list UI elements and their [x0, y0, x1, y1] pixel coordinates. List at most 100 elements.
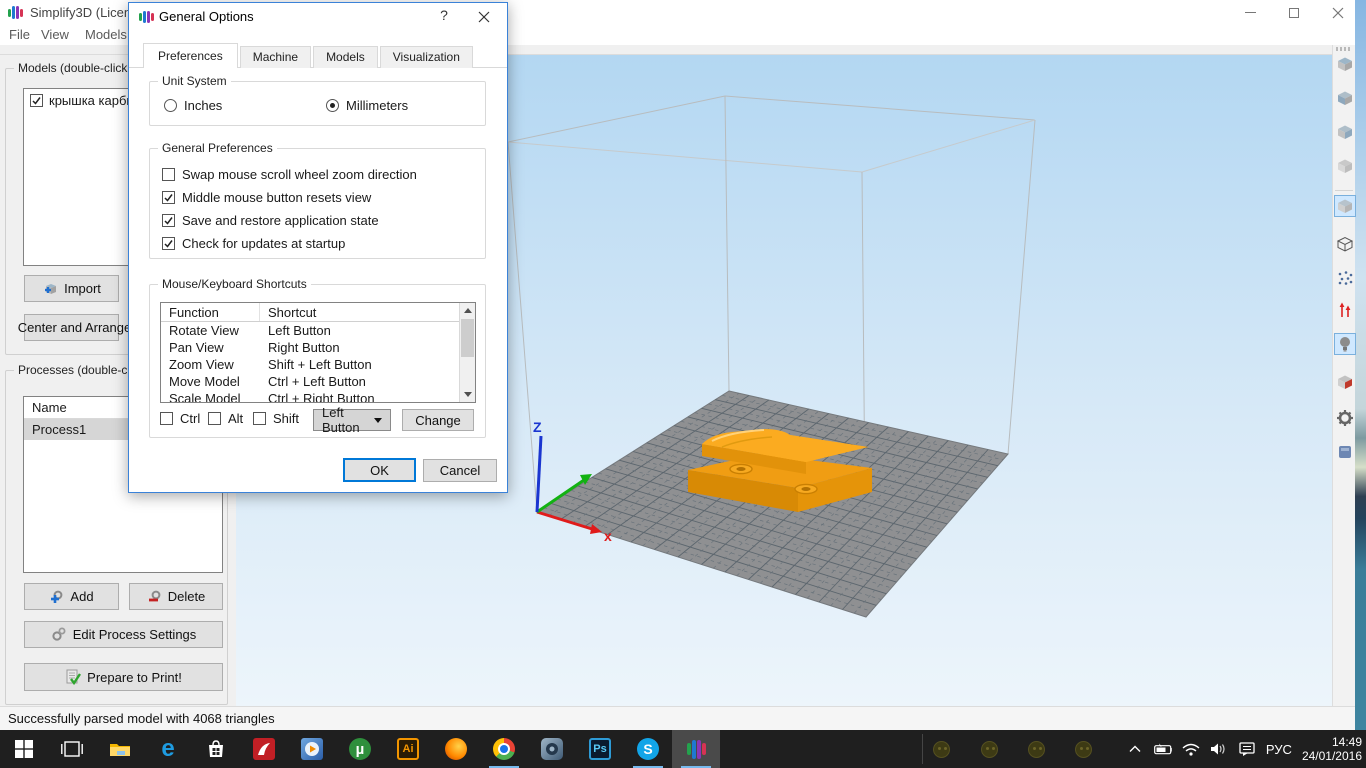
- radio-millimeters[interactable]: Millimeters: [326, 98, 408, 113]
- menu-view[interactable]: View: [41, 27, 69, 42]
- scroll-thumb[interactable]: [461, 319, 474, 357]
- dialog-help-button[interactable]: ?: [433, 7, 455, 27]
- ok-button[interactable]: OK: [343, 458, 416, 482]
- skype-button[interactable]: S: [624, 730, 672, 768]
- edit-process-settings-button[interactable]: Edit Process Settings: [24, 621, 223, 648]
- view-cube-front-icon[interactable]: [1334, 87, 1356, 109]
- tray-time: 14:49: [1302, 735, 1362, 749]
- table-row[interactable]: Rotate ViewLeft Button: [161, 322, 475, 339]
- shortcuts-table[interactable]: Function Shortcut Rotate ViewLeft Button…: [160, 302, 476, 403]
- speaker-icon[interactable]: [1210, 740, 1228, 758]
- file-explorer-button[interactable]: [96, 730, 144, 768]
- wifi-icon[interactable]: [1182, 740, 1200, 758]
- checkbox-middle-mouse[interactable]: Middle mouse button resets view: [162, 190, 371, 205]
- dialog-titlebar[interactable]: General Options ?: [129, 3, 507, 31]
- tab-models[interactable]: Models: [313, 46, 378, 68]
- maximize-button[interactable]: [1287, 6, 1301, 20]
- modifier-alt[interactable]: Alt: [208, 411, 243, 426]
- prepare-to-print-button[interactable]: Prepare to Print!: [24, 663, 223, 691]
- general-preferences-group: General Preferences Swap mouse scroll wh…: [149, 148, 486, 259]
- store-button[interactable]: [192, 730, 240, 768]
- simplify3d-icon: [687, 740, 706, 759]
- video-app-icon: [541, 738, 563, 760]
- shortcut-dropdown[interactable]: Left Button: [313, 409, 391, 431]
- table-row[interactable]: Pan ViewRight Button: [161, 339, 475, 356]
- clock[interactable]: 14:49 24/01/2016: [1302, 735, 1362, 763]
- video-app-button[interactable]: [528, 730, 576, 768]
- checkbox-label: Swap mouse scroll wheel zoom direction: [182, 167, 417, 182]
- settings-gear-icon[interactable]: [1334, 407, 1356, 429]
- action-center-icon[interactable]: [1238, 740, 1256, 758]
- view-cube-top-icon[interactable]: [1334, 53, 1356, 75]
- cancel-button[interactable]: Cancel: [423, 459, 497, 482]
- modifier-ctrl[interactable]: Ctrl: [160, 411, 200, 426]
- checkbox-icon: [160, 412, 173, 425]
- tray-date: 24/01/2016: [1302, 749, 1362, 763]
- axis-z-label: Z: [533, 419, 542, 435]
- scroll-down-icon[interactable]: [460, 387, 475, 402]
- default-view-icon[interactable]: [1334, 195, 1356, 217]
- dialog-logo-icon: [139, 11, 154, 23]
- chrome-button[interactable]: [480, 730, 528, 768]
- checkbox-icon: [208, 412, 221, 425]
- media-player-button[interactable]: [288, 730, 336, 768]
- tab-machine[interactable]: Machine: [240, 46, 311, 68]
- machine-control-icon[interactable]: [1334, 441, 1356, 463]
- utorrent-button[interactable]: µ: [336, 730, 384, 768]
- prepare-to-print-label: Prepare to Print!: [87, 670, 182, 685]
- checkbox-swap-scroll[interactable]: Swap mouse scroll wheel zoom direction: [162, 167, 417, 182]
- battery-icon[interactable]: [1154, 740, 1172, 758]
- radio-inches[interactable]: Inches: [164, 98, 222, 113]
- close-button[interactable]: [1331, 6, 1345, 20]
- general-options-dialog: General Options ? Preferences Machine Mo…: [128, 2, 508, 493]
- view-cube-iso-icon[interactable]: [1334, 155, 1356, 177]
- delete-process-button[interactable]: Delete: [129, 583, 223, 610]
- dimmed-desktop-icon: [981, 741, 998, 758]
- menu-models[interactable]: Models: [85, 27, 127, 42]
- table-row[interactable]: Zoom ViewShift + Left Button: [161, 356, 475, 373]
- tab-visualization[interactable]: Visualization: [380, 46, 473, 68]
- print-check-icon: [65, 669, 81, 685]
- wireframe-view-icon[interactable]: [1334, 233, 1356, 255]
- add-process-button[interactable]: Add: [24, 583, 119, 610]
- dimmed-desktop-icon: [1028, 741, 1045, 758]
- start-button[interactable]: [0, 730, 48, 768]
- language-indicator[interactable]: РУС: [1266, 742, 1292, 757]
- tray-chevron-up-icon[interactable]: [1126, 740, 1144, 758]
- supports-icon[interactable]: [1334, 299, 1356, 321]
- delete-label: Delete: [168, 589, 206, 604]
- edge-button[interactable]: e: [144, 730, 192, 768]
- point-cloud-icon[interactable]: [1334, 267, 1356, 289]
- cross-section-icon[interactable]: [1334, 371, 1356, 393]
- system-tray: РУС 14:49 24/01/2016: [1126, 730, 1362, 768]
- app-logo-icon: [8, 6, 23, 19]
- radio-millimeters-label: Millimeters: [346, 98, 408, 113]
- task-view-button[interactable]: [48, 730, 96, 768]
- model-checkbox[interactable]: [30, 94, 43, 107]
- checkbox-check-updates[interactable]: Check for updates at startup: [162, 236, 345, 251]
- simplify3d-taskbar-button[interactable]: [672, 730, 720, 768]
- menu-file[interactable]: File: [9, 27, 30, 42]
- toolbar-drag-handle[interactable]: [1336, 47, 1352, 51]
- firefox-button[interactable]: [432, 730, 480, 768]
- modifier-shift[interactable]: Shift: [253, 411, 299, 426]
- foxit-reader-button[interactable]: [240, 730, 288, 768]
- scroll-up-icon[interactable]: [460, 303, 475, 318]
- dialog-close-button[interactable]: [473, 7, 495, 27]
- minimize-button[interactable]: [1243, 6, 1257, 20]
- add-icon: [49, 590, 64, 604]
- view-cube-side-icon[interactable]: [1334, 121, 1356, 143]
- table-row[interactable]: Scale ModelCtrl + Right Button: [161, 390, 475, 403]
- table-row[interactable]: Move ModelCtrl + Left Button: [161, 373, 475, 390]
- tab-preferences[interactable]: Preferences: [143, 43, 238, 68]
- edit-process-settings-label: Edit Process Settings: [73, 627, 197, 642]
- table-scrollbar[interactable]: [459, 303, 475, 402]
- photoshop-button[interactable]: Ps: [576, 730, 624, 768]
- illustrator-button[interactable]: Ai: [384, 730, 432, 768]
- change-button[interactable]: Change: [402, 409, 474, 431]
- import-button[interactable]: Import: [24, 275, 119, 302]
- center-arrange-button[interactable]: Center and Arrange: [24, 314, 119, 341]
- close-icon: [1332, 7, 1344, 19]
- lighting-icon[interactable]: [1334, 333, 1356, 355]
- checkbox-save-state[interactable]: Save and restore application state: [162, 213, 379, 228]
